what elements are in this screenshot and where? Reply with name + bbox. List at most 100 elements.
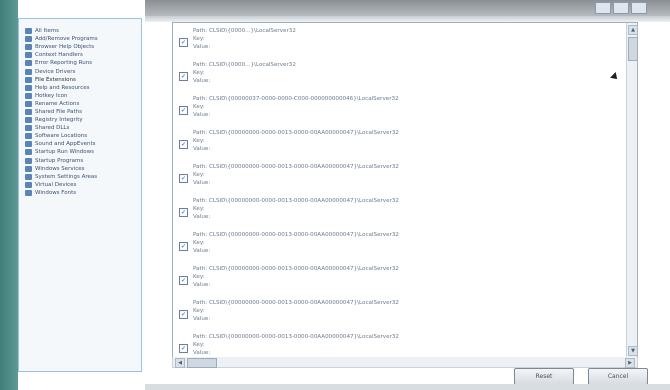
sidebar-item[interactable]: Windows Fonts [25, 189, 137, 197]
sidebar-item-label: Windows Fonts [35, 189, 77, 196]
entry-path: Path: CLSID\{00000000-0000-0013-0000-00A… [193, 334, 399, 340]
share-icon [25, 108, 32, 115]
sidebar-item[interactable]: Rename Actions [25, 100, 137, 108]
sidebar-item[interactable]: Shared DLLs [25, 124, 137, 132]
entry-key: Key: [193, 240, 205, 246]
sidebar-list: All Items Add/Remove Programs Browser Help… [25, 27, 137, 197]
scroll-down-button[interactable]: ▼ [628, 346, 638, 356]
driver-icon [25, 68, 32, 75]
sidebar-item-label: Sound and AppEvents [35, 141, 96, 148]
result-entry: ✓ Path: CLSID\{00000000-0000-0013-0000-00… [177, 232, 613, 266]
cancel-button[interactable]: Cancel [588, 368, 648, 385]
sidebar-item-label: Windows Services [35, 165, 85, 172]
result-entry: ✓ Path: CLSID\{0000...}\LocalServer32 Key:… [177, 62, 613, 96]
sidebar-item[interactable]: Sound and AppEvents [25, 140, 137, 148]
vertical-scrollbar[interactable]: ▲ ▼ [626, 23, 638, 358]
sidebar-item[interactable]: Software Locations [25, 132, 137, 140]
entry-value: Value: [193, 112, 211, 118]
sidebar-item[interactable]: Registry Integrity [25, 116, 137, 124]
services-icon [25, 165, 32, 172]
entry-checkbox[interactable]: ✓ [179, 310, 188, 319]
entry-path: Path: CLSID\{00000000-0000-0013-0000-00A… [193, 130, 399, 136]
browser-icon [25, 44, 32, 51]
sidebar-item[interactable]: Help and Resources [25, 84, 137, 92]
entry-key: Key: [193, 104, 205, 110]
sidebar-item-label: Device Drivers [35, 68, 76, 75]
results-list: ✓ Path: CLSID\{0000...}\LocalServer32 Key:… [177, 28, 613, 368]
entry-value: Value: [193, 282, 211, 288]
result-entry: ✓ Path: CLSID\{00000000-0000-0013-0000-00… [177, 198, 613, 232]
entry-checkbox[interactable]: ✓ [179, 38, 188, 47]
sidebar-item[interactable]: Windows Services [25, 165, 137, 173]
settings-icon [25, 173, 32, 180]
startup-icon [25, 149, 32, 156]
entry-value: Value: [193, 44, 211, 50]
sidebar-item[interactable]: Browser Help Objects [25, 43, 137, 51]
entry-checkbox[interactable]: ✓ [179, 208, 188, 217]
sidebar-item[interactable]: System Settings Areas [25, 173, 137, 181]
sidebar-item-label: Shared File Paths [35, 108, 83, 115]
result-entry: ✓ Path: CLSID\{00000000-0000-0013-0000-00… [177, 164, 613, 198]
sidebar-item[interactable]: File Extensions [25, 76, 137, 84]
entry-key: Key: [193, 206, 205, 212]
result-entry: ✓ Path: CLSID\{00000000-0000-0013-0000-00… [177, 300, 613, 334]
sidebar-item[interactable]: Error Reporting Runs [25, 59, 137, 67]
entry-path: Path: CLSID\{00000037-0000-0000-C000-000… [193, 96, 399, 102]
scroll-up-button[interactable]: ▲ [628, 25, 638, 35]
programs-icon [25, 36, 32, 43]
registry-icon [25, 117, 32, 124]
entry-key: Key: [193, 342, 205, 348]
sidebar-item-label: Error Reporting Runs [35, 60, 93, 67]
rename-icon [25, 100, 32, 107]
entry-key: Key: [193, 138, 205, 144]
scroll-left-button[interactable]: ◀ [175, 358, 185, 368]
sound-icon [25, 141, 32, 148]
entry-key: Key: [193, 308, 205, 314]
sidebar-item-label: Virtual Devices [35, 181, 77, 188]
restore-button[interactable] [613, 2, 629, 14]
entry-value: Value: [193, 214, 211, 220]
folder-icon [25, 28, 32, 35]
close-button[interactable] [631, 2, 647, 14]
sidebar-item[interactable]: Startup Run Windows [25, 148, 137, 156]
sidebar-item-label: Browser Help Objects [35, 44, 95, 51]
entry-checkbox[interactable]: ✓ [179, 106, 188, 115]
entry-path: Path: CLSID\{0000...}\LocalServer32 [193, 28, 296, 34]
entry-checkbox[interactable]: ✓ [179, 242, 188, 251]
entry-checkbox[interactable]: ✓ [179, 72, 188, 81]
results-pane: ✓ Path: CLSID\{0000...}\LocalServer32 Key:… [172, 22, 638, 359]
entry-key: Key: [193, 274, 205, 280]
sidebar-item[interactable]: Shared File Paths [25, 108, 137, 116]
entry-value: Value: [193, 350, 211, 356]
entry-checkbox[interactable]: ✓ [179, 140, 188, 149]
entry-checkbox[interactable]: ✓ [179, 344, 188, 353]
sidebar-item[interactable]: All Items [25, 27, 137, 35]
sidebar-item[interactable]: Context Handlers [25, 51, 137, 59]
sidebar-item[interactable]: Hotkey Icon [25, 92, 137, 100]
software-icon [25, 133, 32, 140]
font-icon [25, 189, 32, 196]
entry-key: Key: [193, 172, 205, 178]
scroll-right-button[interactable]: ▶ [625, 358, 635, 368]
horizontal-scroll-thumb[interactable] [187, 358, 217, 368]
sidebar-item[interactable]: Virtual Devices [25, 181, 137, 189]
entry-path: Path: CLSID\{00000000-0000-0013-0000-00A… [193, 300, 399, 306]
entry-path: Path: CLSID\{00000000-0000-0013-0000-00A… [193, 164, 399, 170]
sidebar-item[interactable]: Startup Programs [25, 157, 137, 165]
sidebar: All Items Add/Remove Programs Browser Help… [18, 18, 142, 372]
virtual-icon [25, 181, 32, 188]
entry-checkbox[interactable]: ✓ [179, 174, 188, 183]
sidebar-item-label: Rename Actions [35, 100, 80, 107]
horizontal-scrollbar[interactable]: ◀ ▶ [172, 357, 638, 368]
entry-value: Value: [193, 316, 211, 322]
entry-checkbox[interactable]: ✓ [179, 276, 188, 285]
programs-icon [25, 157, 32, 164]
minimize-button[interactable] [595, 2, 611, 14]
sidebar-item-label: Add/Remove Programs [35, 36, 98, 43]
sidebar-item[interactable]: Add/Remove Programs [25, 35, 137, 43]
scroll-thumb[interactable] [628, 37, 638, 61]
sidebar-item-label: Hotkey Icon [35, 92, 68, 99]
sidebar-item-label: Help and Resources [35, 84, 90, 91]
reset-button[interactable]: Reset [514, 368, 574, 385]
sidebar-item[interactable]: Device Drivers [25, 67, 137, 75]
